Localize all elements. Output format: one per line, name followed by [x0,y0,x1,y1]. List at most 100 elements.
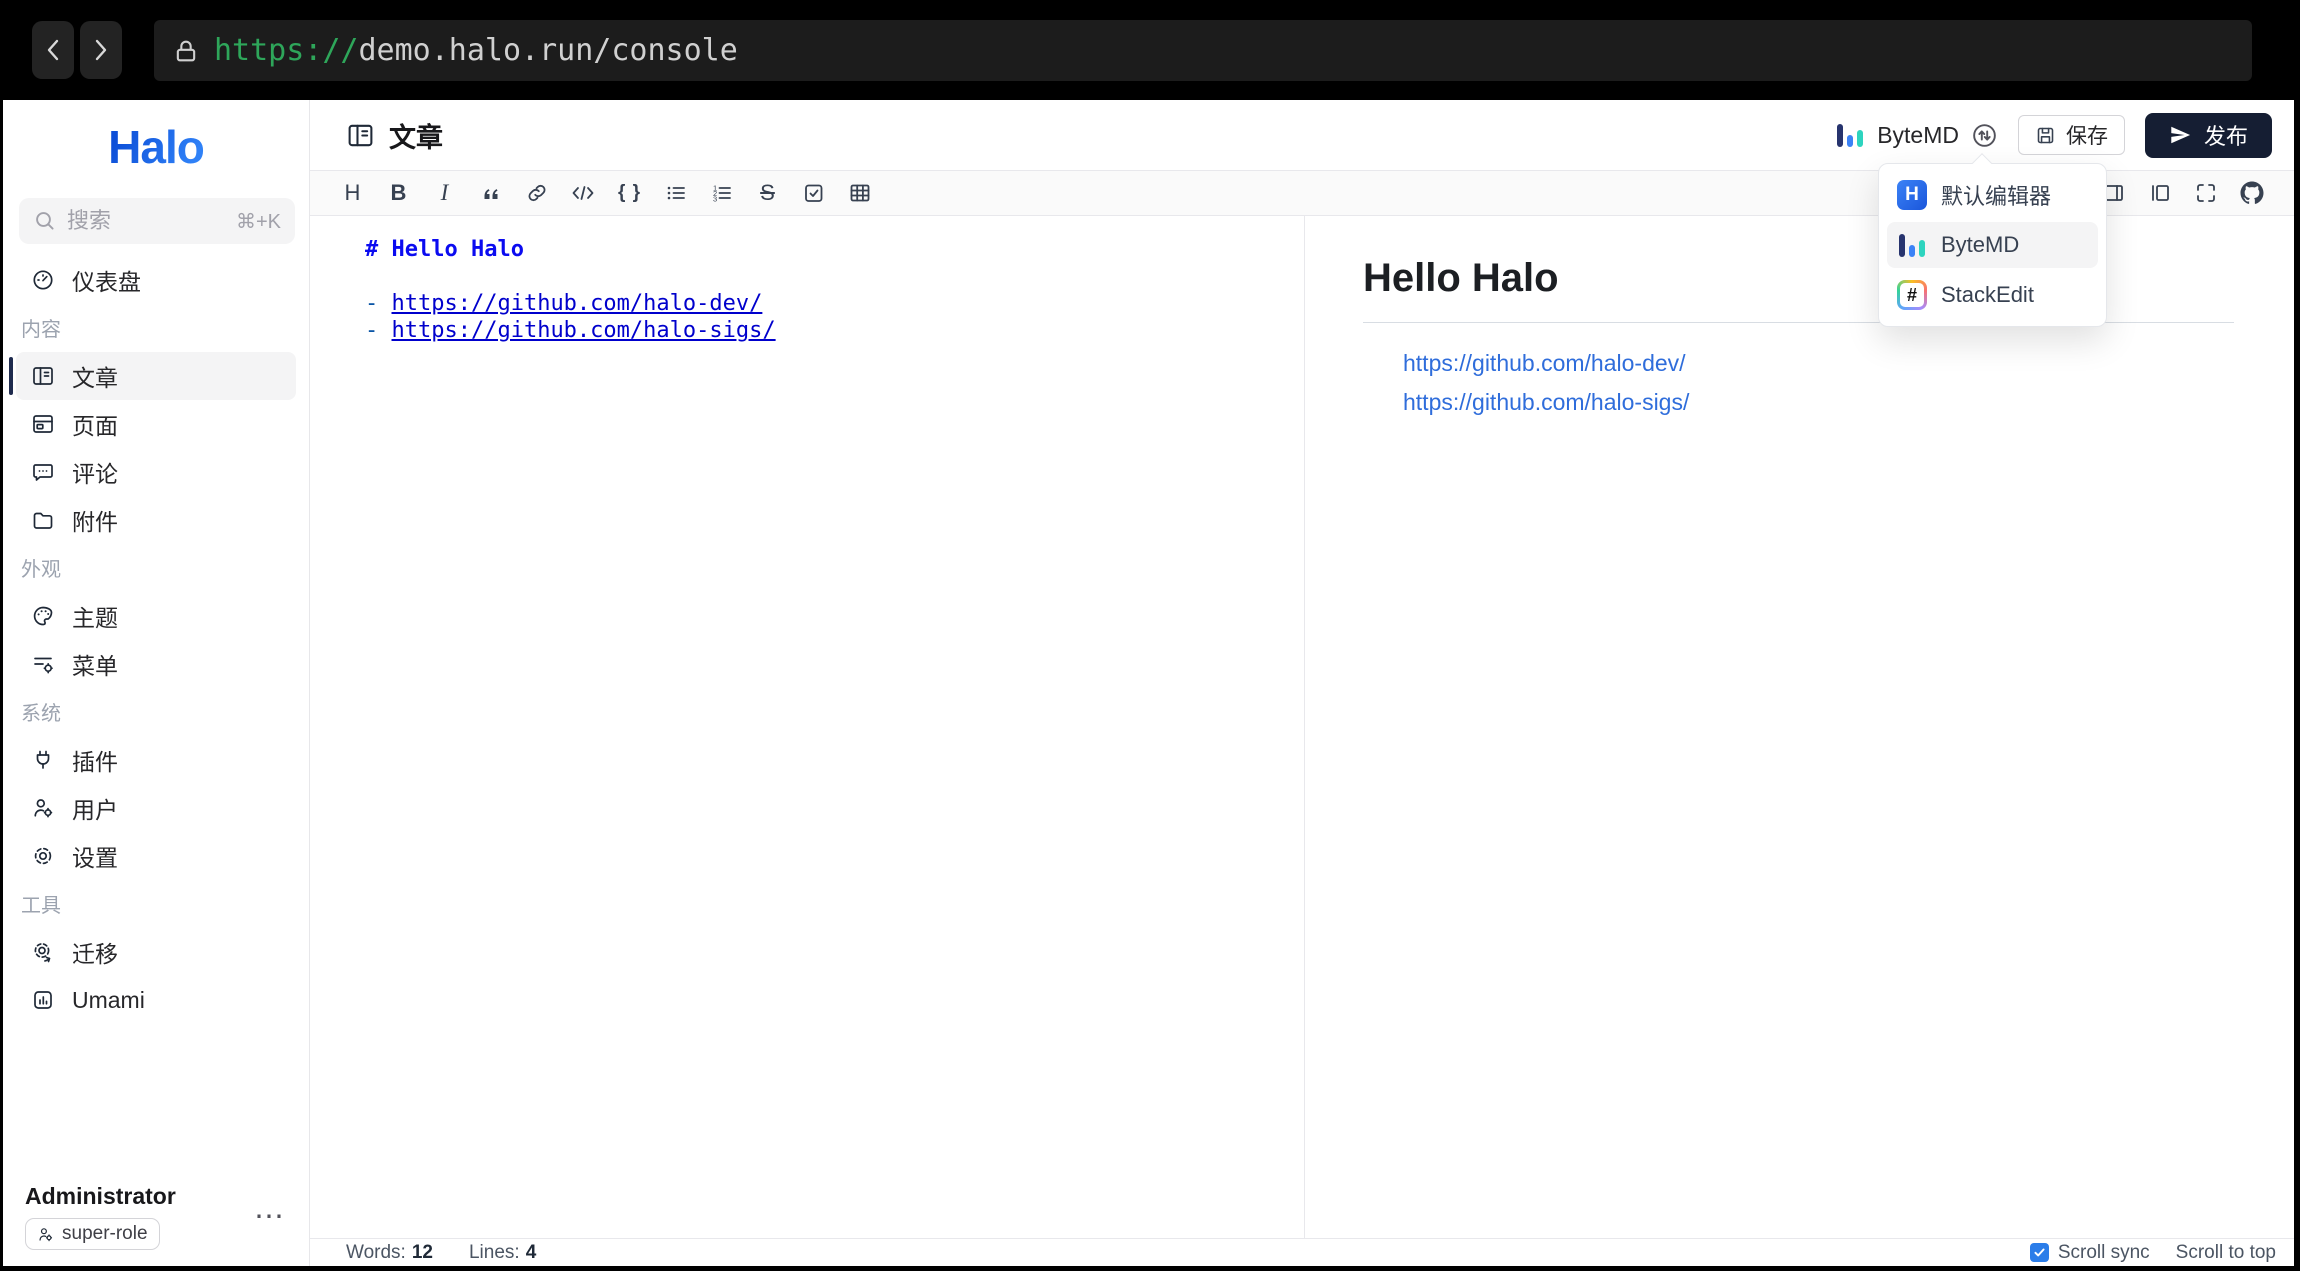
toolbar-right-group [2101,177,2264,209]
blockquote-button[interactable] [478,177,503,209]
section-label-system: 系统 [3,688,309,736]
strikethrough-button[interactable]: S [755,177,780,209]
sidebar-item-posts[interactable]: 文章 [16,352,296,400]
scroll-sync-checkbox[interactable] [2030,1243,2049,1262]
page-title: 文章 [346,116,443,155]
check-icon [2033,1246,2046,1259]
user-menu-button[interactable]: ⋯ [254,1199,287,1234]
md-blank-line [365,263,1274,290]
preview-link[interactable]: https://github.com/halo-sigs/ [1403,389,1689,415]
url-scheme: https:// [214,33,359,68]
numbered-list-icon: 123 [710,181,734,205]
browser-chrome: https://demo.halo.run/console [0,0,2300,100]
sidebar-item-settings[interactable]: 设置 [16,832,296,880]
search-box[interactable]: ⌘+K [19,198,295,244]
sidebar-item-label: 菜单 [72,647,118,681]
browser-back-button[interactable] [32,21,74,79]
url-host: demo.halo.run/console [359,33,738,68]
editor-switcher-label: ByteMD [1877,122,1959,149]
sidebar-item-menus[interactable]: 菜单 [16,640,296,688]
panel-left-icon [2148,181,2172,205]
dropdown-item-bytemd[interactable]: ByteMD [1887,222,2098,268]
preview-link[interactable]: https://github.com/halo-dev/ [1403,350,1686,376]
toc-toggle-button[interactable] [2147,177,2172,209]
dropdown-item-default-editor[interactable]: H 默认编辑器 [1887,172,2098,218]
browser-forward-button[interactable] [80,21,122,79]
logo[interactable]: Halo [3,100,309,194]
editor-statusbar: Words:12 Lines:4 Scroll sync Scroll to t… [310,1238,2294,1266]
markdown-editor[interactable]: # Hello Halo - https://github.com/halo-d… [310,216,1305,1238]
fullscreen-button[interactable] [2193,177,2218,209]
header-actions: ByteMD 保存 发布 [1835,113,2272,158]
italic-button[interactable]: I [432,177,457,209]
github-link-button[interactable] [2239,177,2264,209]
sidebar-item-comments[interactable]: 评论 [16,448,296,496]
task-list-button[interactable] [801,177,826,209]
sidebar-item-plugins[interactable]: 插件 [16,736,296,784]
line-count: Lines:4 [469,1242,536,1264]
lock-icon [172,36,200,66]
code-button[interactable] [570,177,596,209]
line-count-label: Lines: [469,1242,520,1263]
sidebar-item-label: Umami [72,987,145,1014]
sidebar-item-attachments[interactable]: 附件 [16,496,296,544]
main-header: 文章 ByteMD 保存 发布 [310,100,2294,170]
heading-button[interactable]: H [340,177,365,209]
sidebar-footer: Administrator super-role ⋯ [3,1169,309,1266]
editor-switcher[interactable]: ByteMD [1835,120,1998,150]
post-icon [31,364,55,388]
bytemd-logo-icon [1835,120,1865,150]
save-button-label: 保存 [2066,120,2108,150]
editor-workspace: # Hello Halo - https://github.com/halo-d… [310,216,2294,1238]
code-block-button[interactable]: { } [617,177,642,209]
md-link[interactable]: https://github.com/halo-sigs/ [392,318,776,343]
table-button[interactable] [847,177,872,209]
md-link[interactable]: https://github.com/halo-dev/ [392,291,763,316]
link-button[interactable] [524,177,549,209]
md-heading-line: # Hello Halo [365,236,1274,263]
stackedit-icon: # [1897,280,1927,310]
search-shortcut: ⌘+K [236,209,281,234]
gear-arrows-icon [31,940,55,964]
address-bar[interactable]: https://demo.halo.run/console [154,20,2252,81]
ordered-list-button[interactable]: 123 [709,177,734,209]
bold-button[interactable]: B [386,177,411,209]
user-gear-icon [37,1226,54,1243]
sidebar-item-label: 文章 [72,359,118,393]
strikethrough-glyph: S [760,180,775,206]
md-list-line: - https://github.com/halo-dev/ [365,290,1274,317]
analytics-icon [31,988,55,1012]
sidebar-item-umami[interactable]: Umami [16,976,296,1024]
md-list-marker: - [365,291,392,316]
heading-glyph: H [345,180,361,206]
save-icon [2035,125,2056,146]
sidebar-item-migration[interactable]: 迁移 [16,928,296,976]
statusbar-stats: Words:12 Lines:4 [346,1242,536,1264]
search-input[interactable] [67,208,226,234]
swap-vertical-icon [1971,122,1998,149]
scroll-sync-label: Scroll sync [2058,1242,2150,1264]
gear-icon [31,844,55,868]
bold-glyph: B [391,180,407,206]
sidebar-item-pages[interactable]: 页面 [16,400,296,448]
palette-icon [31,604,55,628]
bytemd-logo-icon [1897,230,1927,260]
sidebar-nav: 仪表盘 内容 文章 页面 评论 附件 外观 [3,256,309,1024]
dropdown-item-stackedit[interactable]: # StackEdit [1887,272,2098,318]
sidebar-item-label: 插件 [72,743,118,777]
sidebar-item-dashboard[interactable]: 仪表盘 [16,256,296,304]
halo-editor-icon: H [1897,180,1927,210]
scroll-to-top-button[interactable]: Scroll to top [2176,1242,2276,1264]
dropdown-item-label: StackEdit [1941,282,2034,308]
sidebar-item-themes[interactable]: 主题 [16,592,296,640]
section-label-content: 内容 [3,304,309,352]
scroll-sync-toggle[interactable]: Scroll sync [2030,1242,2150,1264]
sidebar-item-users[interactable]: 用户 [16,784,296,832]
publish-button[interactable]: 发布 [2145,113,2272,158]
post-icon [346,121,375,150]
unordered-list-button[interactable] [663,177,688,209]
gauge-icon [31,268,55,292]
send-icon [2169,124,2191,146]
word-count-label: Words: [346,1242,406,1263]
save-button[interactable]: 保存 [2018,115,2125,155]
